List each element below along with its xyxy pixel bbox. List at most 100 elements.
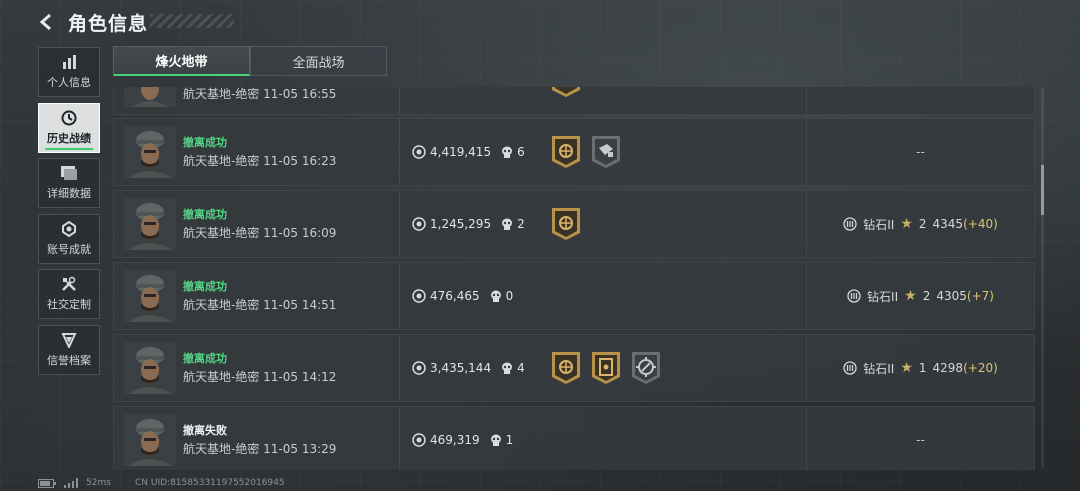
tools-icon bbox=[62, 276, 76, 291]
match-kills: 4 bbox=[517, 361, 525, 375]
scrollbar-thumb[interactable] bbox=[1041, 165, 1044, 215]
player-avatar bbox=[124, 414, 176, 466]
coin-icon bbox=[412, 289, 426, 303]
coin-icon bbox=[412, 361, 426, 375]
shield-icon bbox=[61, 332, 77, 348]
coin-icon bbox=[412, 433, 426, 447]
match-value: 469,319 bbox=[430, 433, 480, 447]
sidebar-item-reputation[interactable]: 信誉档案 bbox=[38, 324, 100, 375]
match-status: 撤离成功 bbox=[183, 208, 227, 221]
gold-medal-icon bbox=[552, 87, 580, 97]
rank-stars: 1 bbox=[918, 361, 927, 375]
page-title: 角色信息 bbox=[68, 12, 149, 35]
player-avatar bbox=[124, 270, 176, 322]
chevron-left-icon[interactable] bbox=[36, 11, 58, 33]
rank-tier: 钻石II bbox=[863, 361, 895, 376]
gold-medal-icon bbox=[552, 352, 580, 384]
match-value: 1,245,295 bbox=[430, 217, 492, 231]
match-row[interactable]: 撤离成功 航天基地-绝密 11-05 16:09 1,245,295 2 钻石I… bbox=[113, 190, 1035, 258]
match-map-time: 航天基地-绝密 11-05 16:55 bbox=[183, 87, 337, 101]
title-decoration bbox=[150, 14, 234, 28]
player-uid: CN UID:8158533119755201​6945 bbox=[135, 478, 285, 488]
coin-icon bbox=[412, 145, 426, 159]
match-kills: 6 bbox=[517, 145, 525, 159]
signal-icon bbox=[64, 478, 78, 488]
skull-icon bbox=[490, 434, 501, 446]
sidebar-item-history[interactable]: 历史战绩 bbox=[38, 102, 100, 153]
rank-tier-icon bbox=[847, 289, 861, 303]
star-icon: ★ bbox=[900, 360, 913, 376]
document-stack-icon bbox=[61, 166, 77, 180]
match-row[interactable]: 撤离成功 航天基地-绝密 11-05 14:12 3,435,144 4 钻石I… bbox=[113, 334, 1035, 402]
rank-empty: -- bbox=[916, 145, 925, 159]
star-icon: ★ bbox=[900, 216, 913, 232]
star-icon: ★ bbox=[904, 288, 917, 304]
rank-stars: 2 bbox=[918, 217, 927, 231]
gray-medal-icon bbox=[592, 136, 620, 168]
sidebar-item-label: 详细数据 bbox=[47, 187, 91, 200]
sidebar-item-label: 账号成就 bbox=[47, 242, 91, 256]
match-row[interactable]: 航天基地-绝密 11-05 16:55 bbox=[113, 87, 1035, 115]
tab-hazard-zone[interactable]: 烽火地带 bbox=[113, 46, 250, 76]
rank-change: (+40) bbox=[963, 217, 998, 231]
match-status: 撤离失败 bbox=[183, 424, 227, 437]
battery-icon bbox=[38, 478, 56, 488]
match-row[interactable]: 撤离成功 航天基地-绝密 11-05 16:23 4,419,415 6 -- bbox=[113, 118, 1035, 186]
ping-value: 52ms bbox=[86, 478, 111, 488]
sidebar-item-label: 历史战绩 bbox=[47, 131, 91, 145]
match-status: 撤离成功 bbox=[183, 352, 227, 365]
gold-medal-icon bbox=[552, 208, 580, 240]
achievement-icon bbox=[62, 220, 76, 237]
match-status: 撤离成功 bbox=[183, 280, 227, 293]
status-footer: 52ms CN UID:8158533119755201​6945 bbox=[38, 478, 285, 488]
rank-change: (+20) bbox=[963, 361, 998, 375]
rank-change: (+7) bbox=[966, 289, 994, 303]
rank-tier: 钻石II bbox=[863, 217, 895, 232]
match-map-time: 航天基地-绝密 11-05 13:29 bbox=[183, 442, 337, 456]
sidebar-item-achievements[interactable]: 账号成就 bbox=[38, 213, 100, 264]
match-status: 撤离成功 bbox=[183, 136, 227, 149]
gray-target-medal-icon bbox=[632, 352, 660, 384]
mode-tabs: 烽火地带 全面战场 bbox=[113, 46, 387, 76]
match-value: 476,465 bbox=[430, 289, 480, 303]
match-history-list[interactable]: 航天基地-绝密 11-05 16:55 撤离成功 航天基地-绝密 11-05 1… bbox=[113, 87, 1035, 470]
skull-icon bbox=[490, 290, 501, 302]
rank-tier-icon bbox=[843, 361, 857, 375]
sidebar: 个人信息 历史战绩 详细数据 账号成就 社交定制 信誉档案 bbox=[38, 47, 100, 380]
match-map-time: 航天基地-绝密 11-05 14:12 bbox=[183, 370, 337, 384]
gold-medal-icon bbox=[552, 136, 580, 168]
player-avatar bbox=[124, 198, 176, 250]
tab-full-battlefield[interactable]: 全面战场 bbox=[250, 46, 387, 76]
match-row[interactable]: 撤离成功 航天基地-绝密 11-05 14:51 476,465 0 钻石II … bbox=[113, 262, 1035, 330]
match-kills: 0 bbox=[505, 289, 514, 303]
rank-empty: -- bbox=[916, 433, 925, 447]
match-value: 4,419,415 bbox=[430, 145, 492, 159]
match-row[interactable]: 撤离失败 航天基地-绝密 11-05 13:29 469,319 1 -- bbox=[113, 406, 1035, 470]
sidebar-item-social[interactable]: 社交定制 bbox=[38, 269, 100, 319]
bar-chart-icon bbox=[63, 55, 76, 69]
match-kills: 1 bbox=[505, 433, 514, 447]
match-value: 3,435,144 bbox=[430, 361, 492, 375]
rank-points: 4305 bbox=[936, 289, 967, 303]
player-avatar bbox=[124, 126, 176, 178]
rank-points: 4345 bbox=[932, 217, 964, 231]
page-header: 角色信息 bbox=[36, 8, 148, 36]
gold-card-medal-icon bbox=[592, 352, 620, 384]
skull-icon bbox=[502, 146, 513, 158]
sidebar-item-label: 社交定制 bbox=[47, 298, 91, 311]
clock-history-icon bbox=[61, 110, 77, 125]
sidebar-item-personal-info[interactable]: 个人信息 bbox=[38, 47, 100, 97]
sidebar-item-label: 信誉档案 bbox=[47, 353, 91, 367]
rank-stars: 2 bbox=[922, 289, 931, 303]
player-avatar bbox=[124, 87, 176, 107]
match-kills: 2 bbox=[517, 217, 525, 231]
sidebar-item-detailed-data[interactable]: 详细数据 bbox=[38, 158, 100, 208]
rank-tier: 钻石II bbox=[867, 289, 899, 304]
player-avatar bbox=[124, 342, 176, 394]
rank-tier-icon bbox=[843, 217, 857, 231]
match-map-time: 航天基地-绝密 11-05 14:51 bbox=[183, 298, 337, 312]
sidebar-item-label: 个人信息 bbox=[47, 76, 91, 89]
match-map-time: 航天基地-绝密 11-05 16:23 bbox=[183, 154, 337, 168]
match-map-time: 航天基地-绝密 11-05 16:09 bbox=[183, 226, 337, 240]
list-scrollbar[interactable] bbox=[1041, 88, 1044, 468]
